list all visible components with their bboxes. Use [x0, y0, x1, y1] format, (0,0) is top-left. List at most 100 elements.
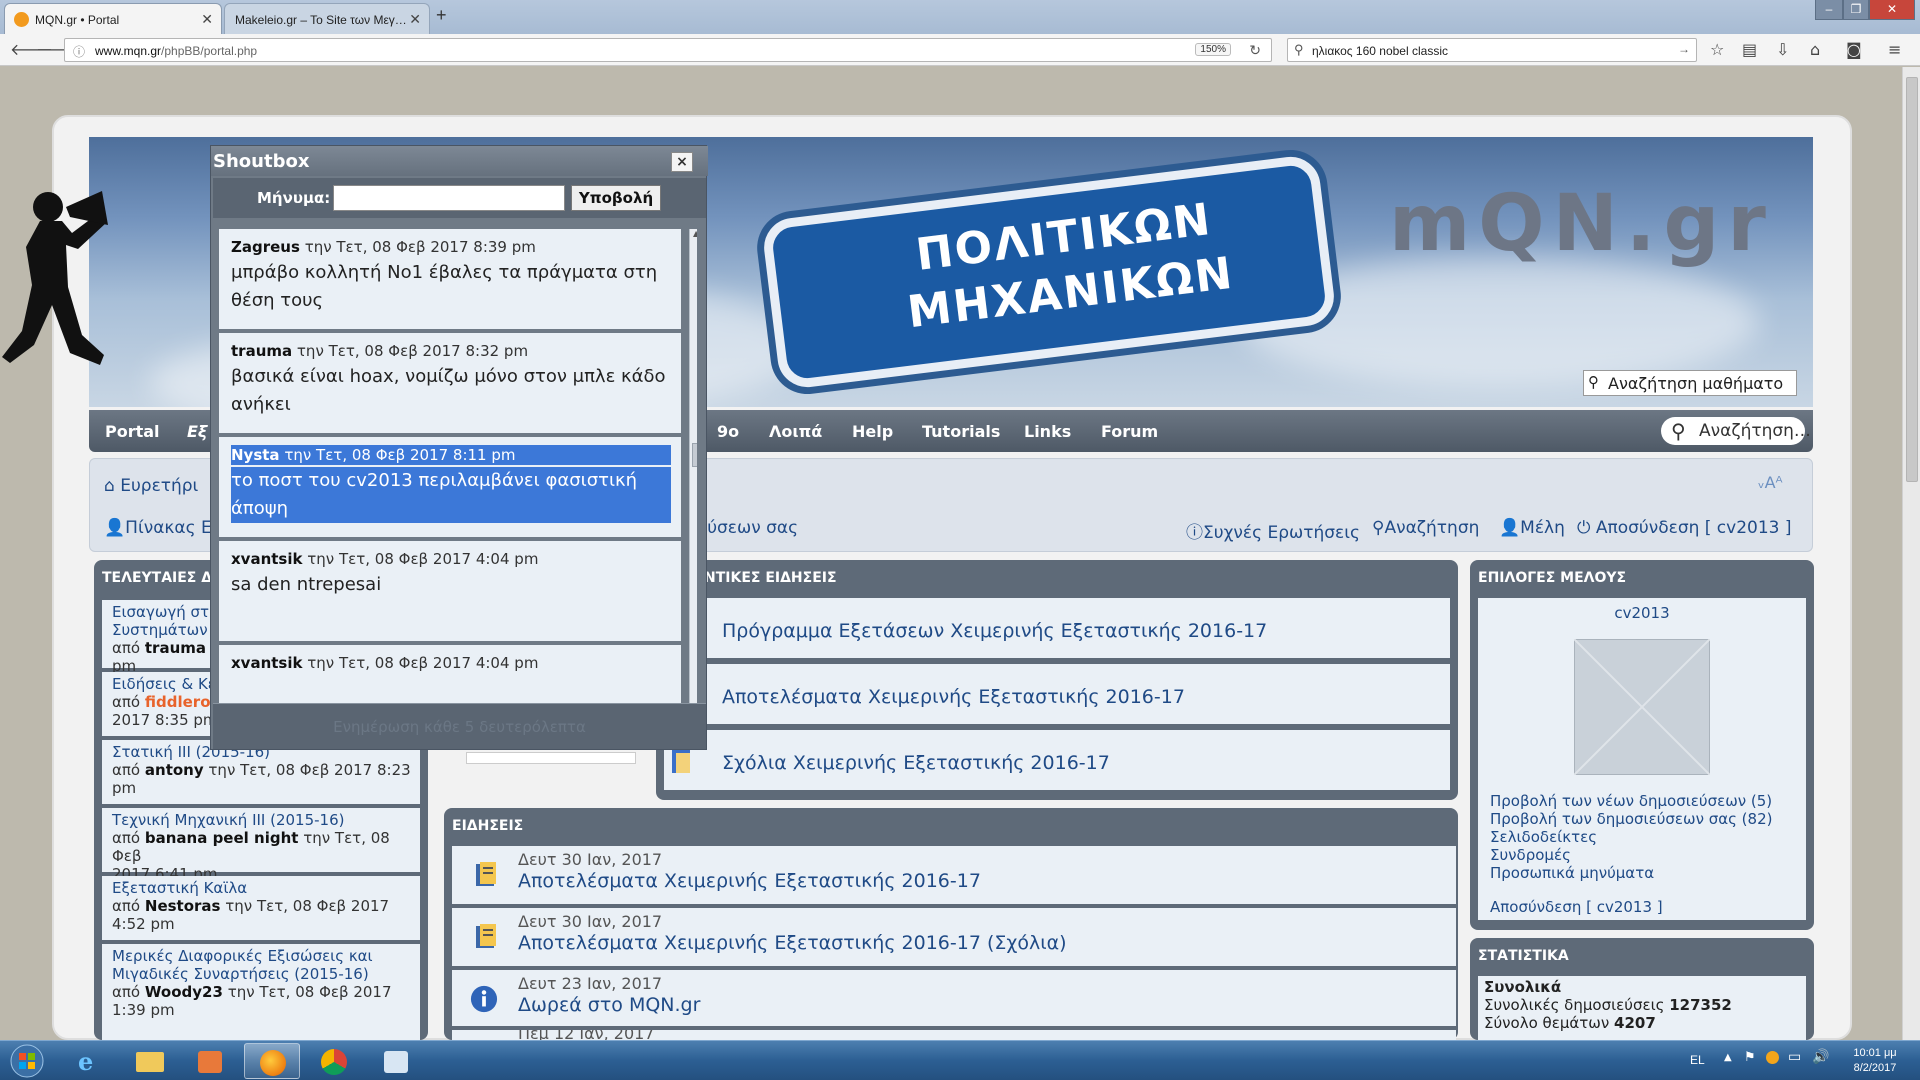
list-item[interactable]: xvantsik την Τετ, 08 Φεβ 2017 4:04 pm sa… [219, 541, 681, 641]
list-item[interactable]: Μερικές Διαφορικές Εξισώσεις και Μιγαδικ… [102, 944, 420, 1040]
user-options-panel: ΕΠΙΛΟΓΕΣ ΜΕΛΟΥΣ cv2013 Προβολή των νέων … [1470, 560, 1814, 930]
bookmarks-link[interactable]: Σελιδοδείκτες [1490, 828, 1597, 846]
volume-icon[interactable]: 🔊 [1812, 1049, 1829, 1065]
logout-link[interactable]: ⏻ Αποσύνδεση [ cv2013 ] [1577, 518, 1792, 538]
menu-links[interactable]: Links [1024, 422, 1071, 441]
search-icon: ⚲ [1294, 42, 1304, 57]
course-search-input[interactable]: ⚲ Αναζήτηση μαθήματο [1583, 370, 1797, 396]
maximize-button[interactable]: ❐ [1843, 0, 1869, 20]
internet-explorer-icon[interactable]: e [62, 1043, 118, 1079]
shoutbox-scrollbar[interactable]: ▲ ▼ [689, 229, 697, 729]
zoom-indicator[interactable]: 150% [1195, 43, 1231, 56]
browser-tab-bar: MQN.gr • Portal ✕ Makeleio.gr – To Site … [0, 0, 1920, 34]
list-item[interactable]: trauma την Τετ, 08 Φεβ 2017 8:32 pm βασι… [219, 333, 681, 433]
list-item[interactable]: Πέμ 12 Ιαν, 2017 [452, 1030, 1456, 1040]
submit-button[interactable]: Υποβολή [571, 185, 661, 211]
file-explorer-icon[interactable] [122, 1043, 178, 1079]
tray-app-icon[interactable] [1766, 1051, 1779, 1064]
logout-link[interactable]: Αποσύνδεση [ cv2013 ] [1490, 898, 1663, 916]
list-item[interactable]: Σχόλια Χειμερινής Εξεταστικής 2016-17 [664, 730, 1450, 790]
chrome-icon[interactable] [306, 1043, 362, 1079]
menu-9o[interactable]: 9ο [717, 422, 739, 441]
members-link[interactable]: 👤Μέλη [1499, 518, 1565, 538]
list-item-selected[interactable]: Nysta την Τετ, 08 Φεβ 2017 8:11 pm το πο… [219, 437, 681, 537]
language-indicator[interactable]: EL [1690, 1053, 1705, 1067]
list-item[interactable]: Τεχνική Μηχανική ΙΙΙ (2015-16) από banan… [102, 808, 420, 883]
search-bar[interactable]: ⚲ ηλιακος 160 nobel classic → [1287, 38, 1697, 62]
close-window-button[interactable]: ✕ [1869, 0, 1915, 20]
back-button[interactable]: 🡐 [10, 40, 53, 62]
list-item[interactable]: Πρόγραμμα Εξετάσεων Χειμερινής Εξεταστικ… [664, 598, 1450, 660]
menu-forum[interactable]: Forum [1101, 422, 1158, 441]
shout-megaphone-icon[interactable] [0, 185, 125, 370]
font-size-toggle[interactable]: ᵥAᴬ [1758, 473, 1783, 492]
your-posts-link[interactable]: Προβολή των δημοσιεύσεων σας (82) [1490, 810, 1772, 828]
scroll-up-icon[interactable]: ▲ [693, 229, 697, 238]
menu-help[interactable]: Help [852, 422, 893, 441]
private-messages-link[interactable]: Προσωπικά μηνύματα [1490, 864, 1654, 882]
reader-list-icon[interactable]: ▤ [1742, 40, 1757, 59]
action-center-icon[interactable]: ⚑ [1744, 1050, 1756, 1065]
username[interactable]: cv2013 [1478, 604, 1806, 622]
close-tab-icon[interactable]: ✕ [201, 11, 213, 28]
course-search-placeholder: Αναζήτηση μαθήματο [1608, 374, 1784, 393]
your-posts-link[interactable]: εύσεων σας [698, 518, 798, 538]
power-icon: ⏻ [1577, 518, 1591, 538]
tab-mqn-portal[interactable]: MQN.gr • Portal ✕ [4, 3, 222, 34]
page-scrollbar[interactable] [1902, 67, 1920, 1040]
road-sign: ΠΟΛΙΤΙΚΩΝ ΜΗΧΑΝΙΚΩΝ [760, 153, 1338, 391]
home-link[interactable]: ⌂ Ευρετήρι [104, 476, 198, 496]
site-search-input[interactable]: ⚲ Αναζήτηση… [1661, 417, 1811, 445]
forward-button[interactable]: 🡒 [36, 40, 79, 62]
message-label: Μήνυμα: [257, 189, 331, 207]
faq-link[interactable]: ⓘΣυχνές Ερωτήσεις [1186, 518, 1360, 543]
minimize-button[interactable]: – [1815, 0, 1843, 20]
system-clock[interactable]: 10:01 μμ 8/2/2017 [1840, 1046, 1910, 1076]
media-player-icon[interactable] [182, 1043, 238, 1079]
list-item[interactable]: Zagreus την Τετ, 08 Φεβ 2017 8:39 pm μπρ… [219, 229, 681, 329]
menu-misc[interactable]: Λοιπά [769, 422, 822, 441]
pocket-icon[interactable]: ◙ [1846, 40, 1862, 59]
list-item[interactable]: Δευτ 23 Ιαν, 2017 Δωρεά στο MQN.gr [452, 970, 1456, 1028]
scrollbar-thumb[interactable] [692, 443, 697, 467]
menu-tutorials[interactable]: Tutorials [922, 422, 1000, 441]
search-icon: ⚲ [1671, 419, 1686, 443]
firefox-icon[interactable] [244, 1043, 300, 1079]
search-go-icon[interactable]: → [1678, 42, 1690, 56]
info-icon [470, 985, 498, 1013]
new-tab-button[interactable]: + [436, 5, 447, 26]
search-link[interactable]: ⚲Αναζήτηση [1372, 518, 1479, 538]
news-panel: ΕΙΔΗΣΕΙΣ Δευτ 30 Ιαν, 2017 Αποτελέσματα … [444, 808, 1458, 1040]
new-posts-link[interactable]: Προβολή των νέων δημοσιεύσεων (5) [1490, 792, 1772, 810]
home-icon[interactable]: ⌂ [1810, 40, 1820, 59]
close-icon[interactable]: × [671, 152, 693, 172]
message-input[interactable] [333, 185, 565, 211]
stats-heading: Συνολικά [1484, 978, 1562, 996]
reload-icon[interactable]: ↻ [1249, 42, 1261, 59]
subscriptions-link[interactable]: Συνδρομές [1490, 846, 1571, 864]
start-button-icon[interactable] [8, 1044, 46, 1078]
avatar-placeholder-icon [1574, 639, 1710, 775]
url-bar[interactable]: ⓘ www.mqn.gr/phpBB/portal.php 150% ↻ [64, 38, 1272, 62]
board-link[interactable]: 👤Πίνακας Ε [104, 518, 212, 538]
site-logo[interactable]: mQN.gr [1389, 179, 1774, 269]
show-hidden-icons[interactable]: ▲ [1724, 1052, 1732, 1063]
menu-icon[interactable]: ≡ [1888, 40, 1901, 59]
shoutbox-messages[interactable]: Zagreus την Τετ, 08 Φεβ 2017 8:39 pm μπρ… [219, 229, 697, 729]
list-item[interactable]: Δευτ 30 Ιαν, 2017 Αποτελέσματα Χειμερινή… [452, 846, 1456, 906]
close-tab-icon[interactable]: ✕ [409, 11, 421, 28]
download-icon[interactable]: ⇩ [1776, 40, 1789, 59]
menu-exams[interactable]: Εξ [187, 422, 207, 441]
paint-icon[interactable] [368, 1043, 424, 1079]
tab-makeleio[interactable]: Makeleio.gr – To Site των Μεγ… ✕ [224, 3, 430, 34]
list-item[interactable]: Δευτ 30 Ιαν, 2017 Αποτελέσματα Χειμερινή… [452, 908, 1456, 968]
list-item[interactable]: Εξεταστική Καϊλα από Nestoras την Τετ, 0… [102, 876, 420, 942]
panel-title: ΝΤΙΚΕΣ ΕΙΔΗΣΕΙΣ [704, 570, 837, 586]
user-icon: 👤 [104, 518, 126, 538]
network-icon[interactable]: ▭ [1788, 1049, 1801, 1065]
menu-portal[interactable]: Portal [105, 422, 160, 441]
info-icon[interactable]: ⓘ [73, 43, 85, 60]
list-item[interactable]: Αποτελέσματα Χειμερινής Εξεταστικής 2016… [664, 664, 1450, 726]
scrollbar-thumb[interactable] [1906, 77, 1918, 482]
bookmark-star-icon[interactable]: ☆ [1710, 40, 1724, 59]
